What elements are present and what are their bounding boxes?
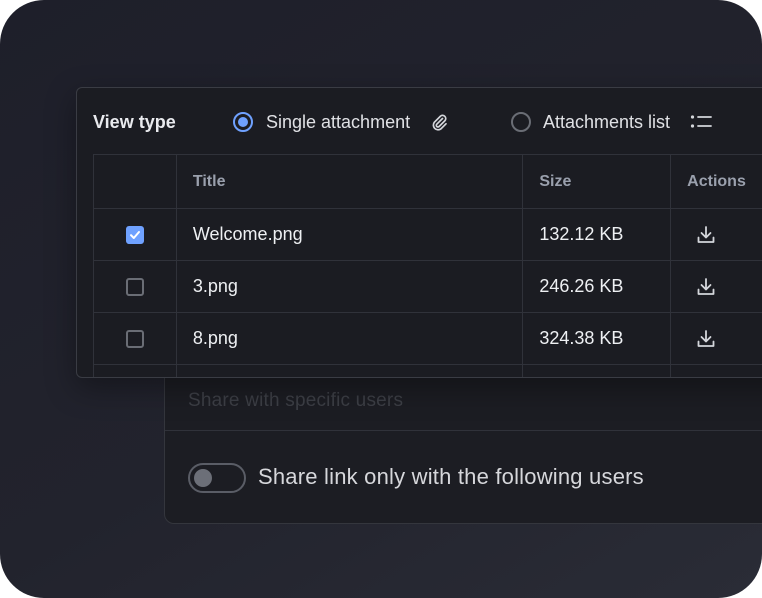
download-icon[interactable] — [695, 224, 717, 246]
row-size-cell: 324.38 KB — [523, 313, 672, 364]
table-header-row: Title Size Actions — [94, 155, 762, 209]
share-settings-card: Share with specific users Share link onl… — [164, 360, 762, 524]
table-row: 3.png 246.26 KB — [94, 261, 762, 313]
row-checkbox[interactable] — [125, 277, 144, 296]
header-select-cell — [94, 155, 177, 208]
row-checkbox[interactable] — [125, 225, 144, 244]
column-header-size-label: Size — [539, 172, 572, 190]
share-link-toggle[interactable] — [188, 463, 246, 493]
column-header-title: Title — [177, 155, 524, 208]
row-select-cell — [94, 313, 177, 364]
download-icon[interactable] — [695, 276, 717, 298]
attachments-list-label[interactable]: Attachments list — [543, 112, 670, 133]
row-title-cell: Welcome.png — [177, 209, 524, 260]
row-select-cell — [94, 365, 177, 377]
row-size: 246.26 KB — [539, 276, 624, 296]
attachments-list-radio[interactable] — [511, 112, 531, 132]
toggle-knob — [194, 469, 212, 487]
single-attachment-label[interactable]: Single attachment — [266, 112, 410, 133]
column-header-title-label: Title — [192, 172, 226, 190]
row-size: 132.12 KB — [539, 224, 624, 244]
column-header-size: Size — [523, 155, 672, 208]
table-row: Welcome.png 132.12 KB — [94, 209, 762, 261]
row-title-cell: 8.png — [177, 313, 524, 364]
table-row: 8.png 324.38 KB — [94, 313, 762, 365]
row-checkbox[interactable] — [125, 329, 144, 348]
download-icon[interactable] — [695, 328, 717, 350]
check-icon — [129, 230, 140, 239]
row-title: 8.png — [192, 328, 238, 348]
row-actions-cell — [671, 209, 762, 260]
attachments-table: Title Size Actions Welcome.png 132.12 KB… — [93, 154, 762, 377]
divider — [165, 430, 762, 431]
row-select-cell — [94, 209, 177, 260]
row-select-cell — [94, 261, 177, 312]
list-icon — [690, 115, 712, 128]
row-size: 324.38 KB — [539, 328, 624, 348]
row-actions-cell — [671, 313, 762, 364]
paperclip-icon — [432, 114, 447, 131]
table-row — [94, 365, 762, 377]
row-size-cell — [523, 365, 672, 377]
share-link-toggle-label: Share link only with the following users — [258, 464, 644, 489]
column-header-actions-label: Actions — [687, 172, 746, 190]
share-section-title: Share with specific users — [188, 390, 404, 411]
row-title: 3.png — [192, 276, 238, 296]
row-actions-cell — [671, 365, 762, 377]
row-title: Welcome.png — [192, 224, 303, 244]
row-title-cell — [177, 365, 524, 377]
row-size-cell: 132.12 KB — [523, 209, 672, 260]
single-attachment-radio[interactable] — [233, 112, 253, 132]
row-size-cell: 246.26 KB — [523, 261, 672, 312]
row-actions-cell — [671, 261, 762, 312]
row-title-cell: 3.png — [177, 261, 524, 312]
attachments-card: View type Single attachment Attachments … — [76, 87, 762, 378]
view-type-label: View type — [93, 112, 176, 132]
column-header-actions: Actions — [671, 155, 762, 208]
app-frame: Share with specific users Share link onl… — [0, 0, 762, 598]
